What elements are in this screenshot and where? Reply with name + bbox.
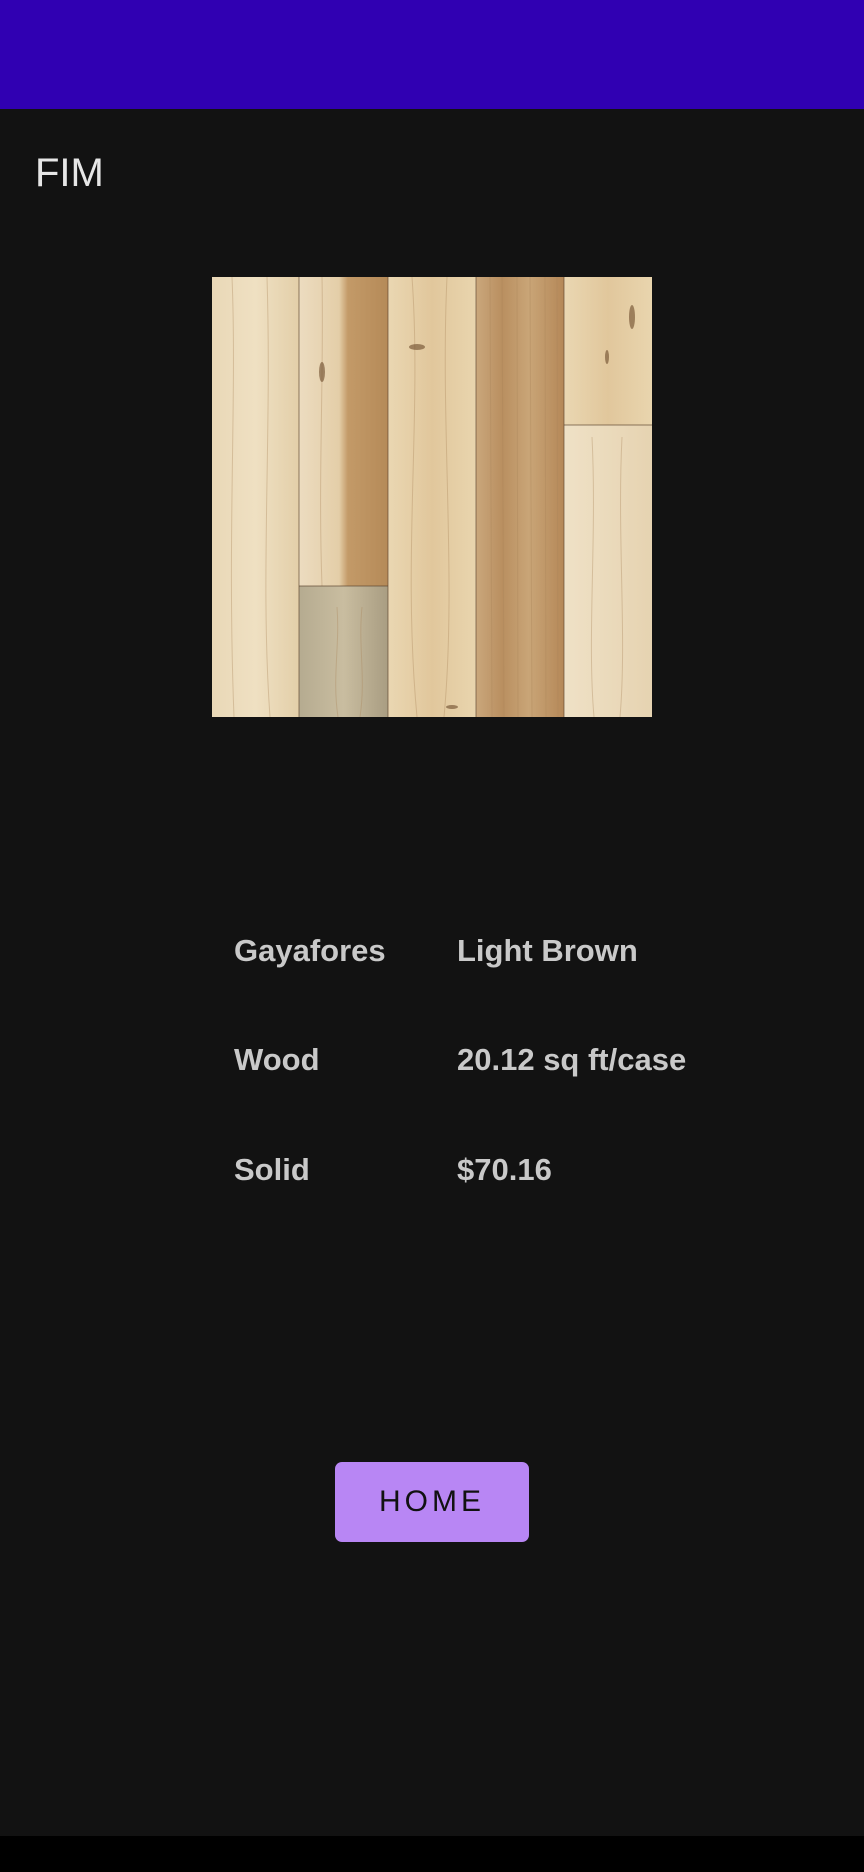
wood-flooring-image: [212, 277, 652, 717]
material-label: Wood: [234, 1042, 320, 1077]
home-button[interactable]: HOME: [335, 1462, 529, 1542]
color-value: Light Brown: [457, 933, 638, 968]
type-label: Solid: [234, 1152, 310, 1187]
app-title: FIM: [35, 151, 104, 195]
navigation-bar: [0, 1836, 864, 1872]
status-bar: [0, 0, 864, 109]
coverage-value: 20.12 sq ft/case: [457, 1042, 687, 1077]
price-value: $70.16: [457, 1152, 552, 1187]
app-bar: [0, 109, 864, 237]
brand-label: Gayafores: [234, 933, 386, 968]
